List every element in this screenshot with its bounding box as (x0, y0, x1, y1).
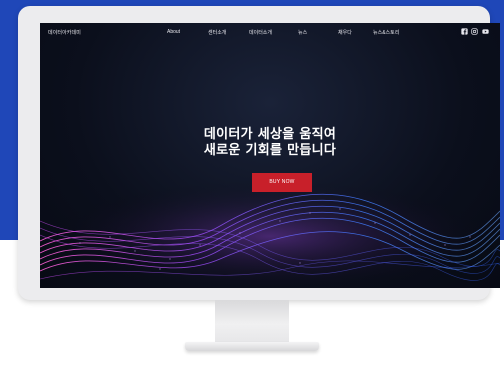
youtube-icon[interactable] (482, 28, 489, 35)
top-navigation: 데이터아카데미 About 센터소개 데이터소개 뉴스 채우다 뉴스&스토리 (40, 23, 500, 43)
buy-now-button[interactable]: BUY NOW (252, 173, 312, 192)
monitor-stand-base (185, 342, 319, 351)
facebook-icon[interactable] (461, 28, 468, 35)
nav-item-center[interactable]: 센터소개 (208, 29, 226, 36)
website-screen: 데이터아카데미 About 센터소개 데이터소개 뉴스 채우다 뉴스&스토리 데… (40, 23, 500, 288)
site-logo-text[interactable]: 데이터아카데미 (48, 29, 81, 36)
nav-item-fill[interactable]: 채우다 (338, 29, 352, 36)
nav-item-story[interactable]: 뉴스&스토리 (373, 29, 399, 36)
hero-title: 데이터가 세상을 움직여 새로운 기회를 만듭니다 (40, 127, 500, 159)
monitor-stand-neck (215, 300, 289, 344)
nav-item-data[interactable]: 데이터소개 (249, 29, 272, 36)
monitor-frame: 데이터아카데미 About 센터소개 데이터소개 뉴스 채우다 뉴스&스토리 데… (18, 6, 500, 300)
hero-title-line-1: 데이터가 세상을 움직여 (203, 127, 337, 142)
nav-item-news[interactable]: 뉴스 (298, 29, 307, 36)
hero-title-line-2: 새로운 기회를 만듭니다 (203, 143, 337, 158)
instagram-icon[interactable] (471, 28, 478, 35)
nav-item-about[interactable]: About (167, 29, 180, 35)
